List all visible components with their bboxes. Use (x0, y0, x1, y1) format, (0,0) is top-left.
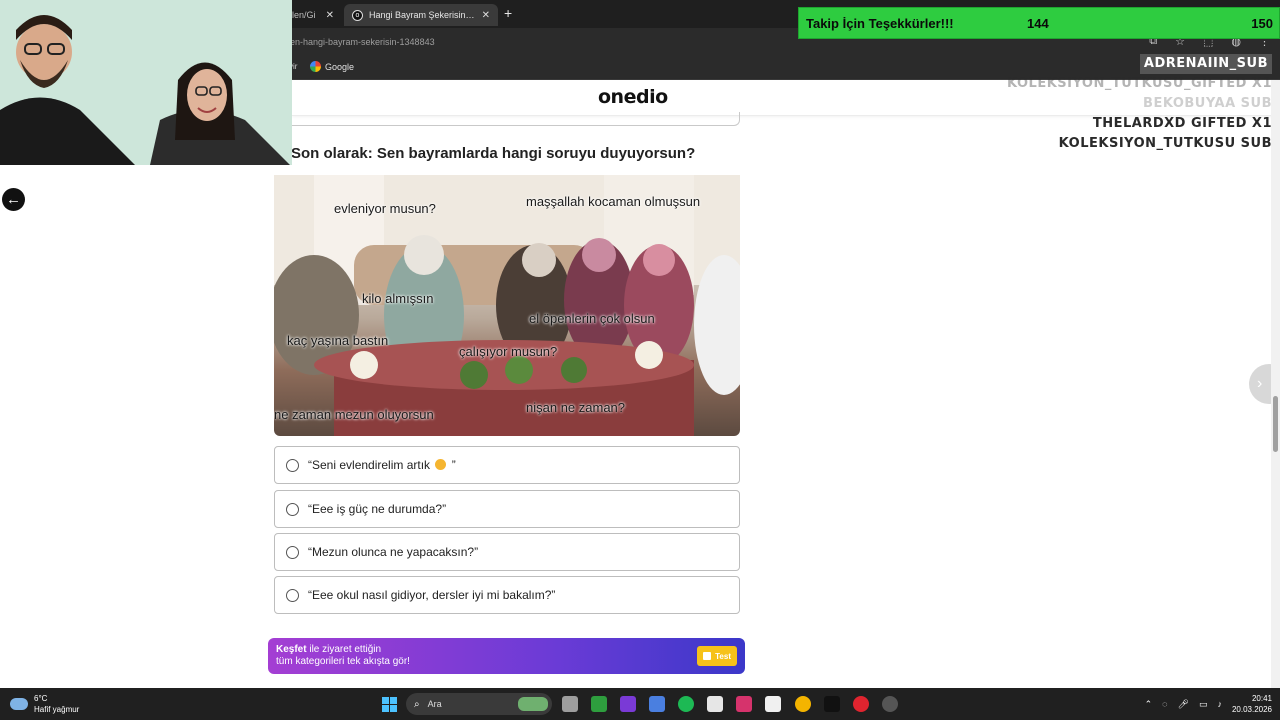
app-icon[interactable] (620, 696, 636, 712)
network-icon[interactable]: ◌ (1162, 699, 1167, 709)
task-view-icon[interactable] (562, 696, 578, 712)
new-tab-icon[interactable]: + (504, 5, 512, 21)
radio-button-icon[interactable] (286, 545, 299, 559)
radio-button-icon[interactable] (286, 458, 299, 472)
follow-count: 144 (1027, 16, 1049, 31)
test-button-label: Test (715, 651, 731, 661)
answer-option[interactable]: “Eee iş güç ne durumda?” (274, 490, 740, 528)
weather-temp: 6°C (34, 694, 48, 703)
sub-alert: THELARDXD GIFTED X1 (1092, 116, 1272, 131)
weather-desc: Hafif yağmur (34, 705, 80, 714)
weather-text: 6°C Hafif yağmur (34, 693, 79, 715)
chart-icon (703, 652, 712, 660)
test-button[interactable]: Test (697, 646, 737, 666)
tab-title: Hangi Bayram Şekerisin? - One (369, 10, 479, 20)
weather-widget[interactable]: 6°C Hafif yağmur (10, 693, 79, 715)
clock[interactable]: 20:41 20.03.2026 (1232, 693, 1272, 715)
previous-card (274, 112, 740, 126)
answer-text-suffix: ” (451, 458, 456, 472)
image-caption: evleniyor musun? (334, 201, 436, 216)
arrow-left-icon: ← (6, 191, 21, 208)
kesfet-line-1: Keşfet ile ziyaret ettiğin (276, 644, 737, 656)
image-caption: nişan ne zaman? (526, 400, 626, 415)
radio-button-icon[interactable] (286, 588, 299, 602)
close-icon[interactable]: ✕ (482, 10, 490, 21)
question-title: Son olarak: Sen bayramlarda hangi soruyu… (291, 145, 696, 162)
answer-option[interactable]: “Seni evlendirelim artık ” (274, 446, 740, 484)
radio-button-icon[interactable] (286, 502, 299, 516)
kesfet-banner[interactable]: Keşfet ile ziyaret ettiğin tüm kategoril… (268, 638, 745, 674)
copilot-icon[interactable] (649, 696, 665, 712)
answer-text: “Seni evlendirelim artık ” (308, 458, 456, 472)
display-icon[interactable]: ▭ (1199, 699, 1208, 710)
volume-icon[interactable]: ♪ (1217, 699, 1222, 709)
webcam-overlay (0, 0, 292, 165)
answer-option[interactable]: “Mezun olunca ne yapacaksın?” (274, 533, 740, 571)
chrome-icon[interactable] (795, 696, 811, 712)
microphone-icon[interactable]: 🎤︎ (1178, 699, 1189, 710)
obs-icon[interactable] (882, 696, 898, 712)
google-icon (310, 61, 321, 72)
kesfet-bold: Keşfet (276, 644, 307, 655)
spotify-icon[interactable] (678, 696, 694, 712)
taskbar-search[interactable]: ⌕ Ara (406, 693, 552, 715)
browser-tab[interactable]: len/Gi ✕ (284, 4, 342, 26)
clock-date: 20.03.2026 (1231, 705, 1272, 714)
chevron-up-icon[interactable]: ⌃ (1145, 699, 1153, 710)
opera-icon[interactable] (853, 696, 869, 712)
system-tray: ⌃ ◌ 🎤︎ ▭ ♪ 20:41 20.03.2026 (1145, 693, 1272, 715)
question-image: evleniyor musun? maşşallah kocaman olmuş… (274, 175, 740, 436)
instagram-icon[interactable] (736, 696, 752, 712)
close-icon[interactable]: ✕ (326, 10, 334, 21)
windows-start-icon[interactable] (382, 697, 397, 712)
tiktok-icon[interactable] (824, 696, 840, 712)
onedio-favicon-icon: o (352, 9, 363, 21)
follow-goal: 150 (1251, 16, 1273, 31)
follow-goal-banner: Takip İçin Teşekkürler!!! 144 150 (798, 7, 1280, 39)
windows-taskbar: 6°C Hafif yağmur ⌕ Ara ⌃ ◌ 🎤︎ ▭ ♪ 20:41 … (0, 688, 1280, 720)
image-caption: çalışıyor musun? (459, 344, 558, 359)
answer-text: “Mezun olunca ne yapacaksın?” (308, 545, 479, 559)
kesfet-line-2: tüm kategorileri tek akışta gör! (276, 656, 410, 667)
scrollbar-thumb[interactable] (1273, 396, 1278, 452)
tab-title: len/Gi (292, 10, 316, 20)
sub-alert: ADRENAIIN_SUB (1139, 54, 1272, 74)
store-icon[interactable] (707, 696, 723, 712)
chevron-right-icon: › (1257, 375, 1263, 392)
search-placeholder: Ara (427, 699, 442, 709)
xbox-icon[interactable] (591, 696, 607, 712)
image-caption: maşşallah kocaman olmuşsun (526, 194, 701, 209)
sub-alerts: ADRENAIIN_SUB KOLEKSIYON_TUTKUSU_GIFTED … (1007, 52, 1272, 154)
site-logo[interactable]: onedio (598, 86, 668, 108)
sub-alert: KOLEKSIYON_TUTKUSU SUB (1058, 136, 1272, 151)
bookmark-label: Google (325, 61, 355, 72)
search-icon: ⌕ (414, 698, 420, 710)
webcam-scene (0, 0, 292, 165)
clock-time: 20:41 (1251, 694, 1272, 703)
image-caption: kaç yaşına bastın (287, 333, 389, 348)
rain-cloud-icon (10, 698, 28, 710)
back-arrow-button[interactable]: ← (2, 188, 25, 211)
answer-text: “Eee iş güç ne durumda?” (308, 502, 447, 516)
image-caption: ne zaman mezun oluyorsun (274, 407, 434, 422)
url-field[interactable]: en-hangi-bayram-sekerisin-1348843 (290, 37, 435, 47)
image-caption: kilo almışsın (362, 291, 434, 306)
browser-tab-active[interactable]: o Hangi Bayram Şekerisin? - One ✕ (344, 4, 498, 26)
bookmark-item-google[interactable]: Google (310, 61, 354, 72)
follow-banner-text: Takip İçin Teşekkürler!!! (806, 16, 954, 31)
capcut-icon[interactable] (765, 696, 781, 712)
image-caption: el öpenlerin çok olsun (529, 311, 655, 326)
answer-text: “Eee okul nasıl gidiyor, dersler iyi mi … (308, 588, 556, 602)
search-highlight-icon (518, 697, 548, 711)
kesfet-text: ile ziyaret ettiğin (306, 644, 382, 655)
answer-text-main: “Seni evlendirelim artık (308, 458, 431, 472)
sub-alert: BEKOBUYAA SUB (1143, 96, 1272, 111)
page-scrollbar[interactable] (1271, 80, 1280, 688)
smiling-face-emoji-icon (435, 459, 447, 470)
sub-alert: KOLEKSIYON_TUTKUSU_GIFTED X1 (1007, 76, 1272, 91)
answer-option[interactable]: “Eee okul nasıl gidiyor, dersler iyi mi … (274, 576, 740, 614)
